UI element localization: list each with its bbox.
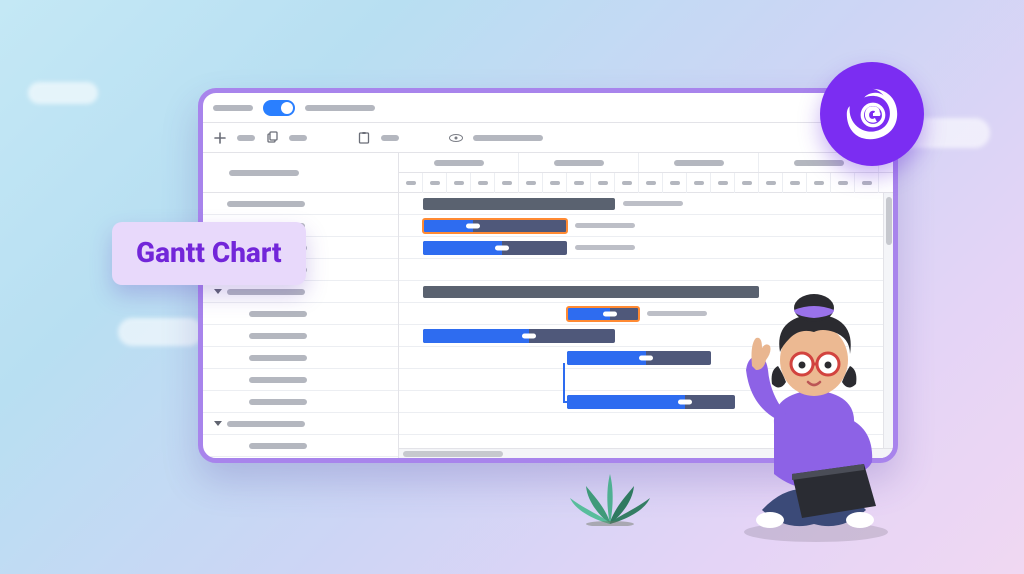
task-name-placeholder bbox=[249, 399, 307, 405]
task-list-panel bbox=[203, 153, 399, 458]
task-name-placeholder bbox=[249, 443, 307, 449]
bar-label-placeholder bbox=[575, 223, 635, 228]
task-bar[interactable] bbox=[423, 329, 615, 343]
progress-handle[interactable] bbox=[522, 334, 536, 339]
day-header-cell bbox=[447, 173, 471, 193]
gantt-row[interactable] bbox=[399, 237, 893, 259]
placeholder-label bbox=[305, 105, 375, 111]
auto-schedule-toggle[interactable] bbox=[263, 100, 295, 116]
day-header-cell bbox=[711, 173, 735, 193]
task-row[interactable] bbox=[203, 325, 398, 347]
task-row[interactable] bbox=[203, 391, 398, 413]
progress-handle[interactable] bbox=[639, 356, 653, 361]
task-bar[interactable] bbox=[567, 307, 639, 321]
day-header-cell bbox=[519, 173, 543, 193]
task-name-placeholder bbox=[227, 289, 305, 295]
task-name-placeholder bbox=[249, 333, 307, 339]
progress-handle[interactable] bbox=[603, 312, 617, 317]
task-name-placeholder bbox=[249, 377, 307, 383]
placeholder-label bbox=[473, 135, 543, 141]
plus-icon[interactable] bbox=[213, 131, 227, 145]
day-header-cell bbox=[663, 173, 687, 193]
day-header-cell bbox=[543, 173, 567, 193]
gantt-row[interactable] bbox=[399, 193, 893, 215]
blazor-icon bbox=[841, 83, 903, 145]
feature-badge: Gantt Chart bbox=[112, 222, 306, 285]
summary-bar[interactable] bbox=[423, 198, 615, 210]
day-header-cell bbox=[807, 173, 831, 193]
task-bar[interactable] bbox=[423, 241, 567, 255]
task-bar[interactable] bbox=[567, 395, 735, 409]
progress-handle[interactable] bbox=[678, 400, 692, 405]
progress-handle[interactable] bbox=[466, 224, 480, 229]
chevron-down-icon[interactable] bbox=[213, 288, 221, 296]
dependency-line bbox=[563, 363, 565, 401]
copy-icon[interactable] bbox=[265, 131, 279, 145]
day-header-cell bbox=[591, 173, 615, 193]
toolbar-primary bbox=[203, 93, 893, 123]
task-name-placeholder bbox=[227, 421, 305, 427]
day-header-cell bbox=[471, 173, 495, 193]
day-header-cell bbox=[615, 173, 639, 193]
progress-handle[interactable] bbox=[495, 246, 509, 251]
decorative-character bbox=[714, 274, 914, 544]
task-row[interactable] bbox=[203, 347, 398, 369]
task-row[interactable] bbox=[203, 303, 398, 325]
task-row[interactable] bbox=[203, 413, 398, 435]
task-name-placeholder bbox=[249, 355, 307, 361]
day-header-cell bbox=[639, 173, 663, 193]
day-header-cell bbox=[759, 173, 783, 193]
column-header-placeholder bbox=[229, 170, 299, 176]
bar-label-placeholder bbox=[623, 201, 683, 206]
day-header-cell bbox=[495, 173, 519, 193]
eye-icon[interactable] bbox=[449, 131, 463, 145]
bar-label-placeholder bbox=[647, 311, 707, 316]
week-header-cell bbox=[639, 153, 759, 172]
paste-icon[interactable] bbox=[357, 131, 371, 145]
gantt-row[interactable] bbox=[399, 215, 893, 237]
chevron-down-icon[interactable] bbox=[213, 420, 221, 428]
gantt-timeline-header bbox=[399, 153, 893, 193]
placeholder-label bbox=[381, 135, 399, 141]
day-header-cell bbox=[735, 173, 759, 193]
week-header-cell bbox=[519, 153, 639, 172]
placeholder-label bbox=[213, 105, 253, 111]
task-row[interactable] bbox=[203, 369, 398, 391]
toolbar-secondary bbox=[203, 123, 893, 153]
day-header-cell bbox=[423, 173, 447, 193]
day-header-cell bbox=[399, 173, 423, 193]
task-list-header bbox=[203, 153, 398, 193]
task-name-placeholder bbox=[249, 311, 307, 317]
bar-label-placeholder bbox=[575, 245, 635, 250]
task-row[interactable] bbox=[203, 435, 398, 457]
placeholder-label bbox=[289, 135, 307, 141]
day-header-cell bbox=[831, 173, 855, 193]
decorative-cloud bbox=[28, 82, 98, 104]
day-header-cell bbox=[783, 173, 807, 193]
dependency-line bbox=[563, 401, 571, 403]
week-header-cell bbox=[399, 153, 519, 172]
task-row[interactable] bbox=[203, 193, 398, 215]
day-header-cell bbox=[567, 173, 591, 193]
decorative-plant bbox=[560, 456, 660, 526]
placeholder-label bbox=[237, 135, 255, 141]
blazor-logo-badge bbox=[820, 62, 924, 166]
summary-bar[interactable] bbox=[423, 286, 759, 298]
day-header-cell bbox=[855, 173, 879, 193]
task-bar[interactable] bbox=[423, 219, 567, 233]
task-name-placeholder bbox=[227, 201, 305, 207]
decorative-cloud bbox=[118, 318, 203, 346]
feature-badge-text: Gantt Chart bbox=[136, 236, 282, 269]
task-bar[interactable] bbox=[567, 351, 711, 365]
day-header-cell bbox=[687, 173, 711, 193]
